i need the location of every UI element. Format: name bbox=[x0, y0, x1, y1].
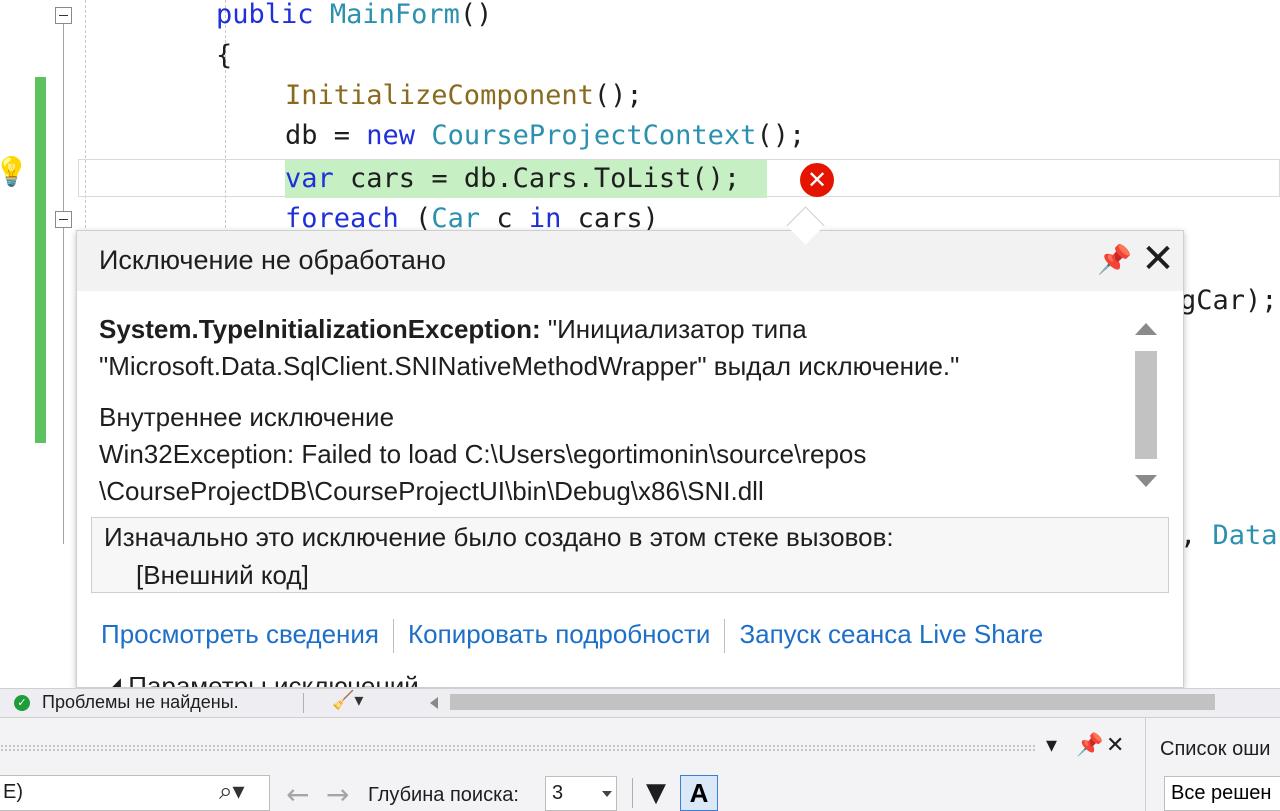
action-links: Просмотреть сведения Копировать подробнос… bbox=[101, 619, 1043, 654]
horizontal-scrollbar-thumb[interactable] bbox=[450, 694, 1215, 710]
link-separator bbox=[393, 619, 395, 654]
match-case-button[interactable]: A bbox=[680, 775, 718, 811]
check-icon: ✓ bbox=[14, 695, 30, 711]
popup-header: Исключение не обработано 📌 ✕ bbox=[77, 231, 1183, 291]
call-stack-box: Изначально это исключение было создано в… bbox=[91, 517, 1169, 593]
error-icon[interactable]: ✕ bbox=[800, 163, 834, 197]
back-arrow-icon[interactable]: ← bbox=[286, 778, 309, 811]
close-icon[interactable]: ✕ bbox=[1139, 239, 1177, 279]
error-list-panel: Список оши Все решен bbox=[1145, 718, 1280, 811]
code-cleanup-icon[interactable]: 🧹▾ bbox=[332, 690, 363, 711]
filter-icon[interactable]: ▼ bbox=[646, 778, 666, 808]
chevron-down-icon bbox=[602, 791, 612, 797]
lightbulb-icon[interactable]: 💡 bbox=[0, 158, 29, 186]
code-line-3: InitializeComponent(); bbox=[285, 80, 643, 111]
issues-status[interactable]: Проблемы не найдены. bbox=[42, 692, 239, 713]
scroll-down-arrow[interactable] bbox=[1135, 475, 1157, 487]
error-scope-value: Все решен bbox=[1171, 782, 1272, 804]
code-line-5: var cars = db.Cars.ToList(); bbox=[285, 163, 741, 194]
popup-title: Исключение не обработано bbox=[99, 245, 446, 275]
exception-helper-popup: Исключение не обработано 📌 ✕ System.Type… bbox=[76, 230, 1184, 688]
panel-grip[interactable] bbox=[0, 744, 1036, 752]
exception-message: System.TypeInitializationException: "Ини… bbox=[99, 311, 1109, 385]
editor-status-bar: ✓ Проблемы не найдены. 🧹▾ bbox=[0, 688, 1280, 717]
code-line-4: db = new CourseProjectContext(); bbox=[285, 120, 806, 151]
call-stack-item[interactable]: [Внешний код] bbox=[136, 560, 309, 591]
inner-exception: Внутреннее исключение Win32Exception: Fa… bbox=[99, 399, 1109, 505]
status-separator bbox=[303, 693, 304, 713]
panel-menu-icon[interactable]: ▾ bbox=[1046, 732, 1057, 758]
error-list-title[interactable]: Список оши bbox=[1160, 738, 1270, 761]
collapse-method-toggle[interactable] bbox=[55, 7, 72, 24]
inner-exception-message: Win32Exception: Failed to load C:\Users\… bbox=[99, 439, 867, 505]
scroll-up-arrow[interactable] bbox=[1135, 323, 1157, 335]
search-depth-value: 3 bbox=[552, 782, 564, 804]
view-details-link[interactable]: Просмотреть сведения bbox=[101, 619, 379, 649]
close-panel-icon[interactable]: ✕ bbox=[1106, 732, 1124, 758]
pin-icon[interactable]: 📌 bbox=[1097, 243, 1132, 277]
live-share-link[interactable]: Запуск сеанса Live Share bbox=[739, 619, 1043, 649]
collapse-foreach-toggle[interactable] bbox=[55, 211, 72, 228]
change-tracking-bar bbox=[35, 77, 46, 443]
exception-settings-expander[interactable]: ◢ Параметры исключений bbox=[101, 671, 419, 687]
inner-exception-label: Внутреннее исключение bbox=[99, 402, 395, 432]
bottom-tool-window: ▾ 📌 ✕ E) ⌕▾ ← → Глубина поиска: 3 ▼ A Сп… bbox=[0, 717, 1280, 811]
link-separator bbox=[724, 619, 726, 654]
forward-arrow-icon[interactable]: → bbox=[326, 778, 349, 811]
code-line-2: { bbox=[216, 40, 233, 71]
code-fragment-right: , Data bbox=[1180, 520, 1278, 551]
search-input-value: E) bbox=[3, 781, 23, 803]
exception-type: System.TypeInitializationException: bbox=[99, 314, 541, 344]
toolbar-separator bbox=[632, 778, 633, 808]
code-line-1: public MainForm() bbox=[216, 0, 493, 30]
outline-line bbox=[63, 24, 64, 544]
call-stack-title: Изначально это исключение было создано в… bbox=[104, 522, 894, 552]
code-fragment-right: gCar); bbox=[1180, 285, 1278, 316]
copy-details-link[interactable]: Копировать подробности bbox=[408, 619, 710, 649]
pin-icon[interactable]: 📌 bbox=[1076, 732, 1103, 758]
search-depth-label: Глубина поиска: bbox=[368, 784, 519, 806]
vertical-scrollbar-thumb[interactable] bbox=[1135, 351, 1157, 459]
search-icon[interactable]: ⌕▾ bbox=[219, 777, 245, 805]
search-input[interactable]: E) ⌕▾ bbox=[0, 775, 270, 811]
scroll-left-arrow[interactable] bbox=[430, 697, 438, 709]
search-depth-select[interactable]: 3 bbox=[545, 776, 617, 811]
error-scope-select[interactable]: Все решен bbox=[1164, 776, 1280, 811]
